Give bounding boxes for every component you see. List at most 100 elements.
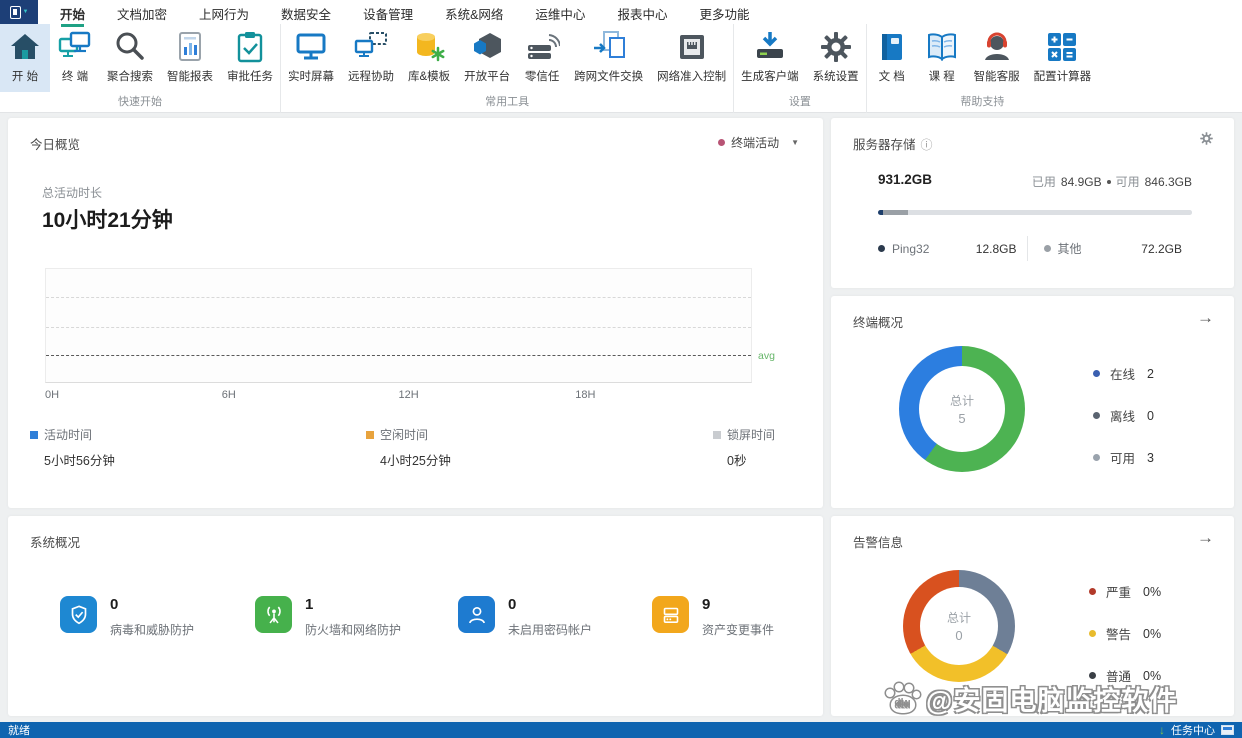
open-book-icon	[924, 29, 960, 65]
ribbon-group-label: 常用工具	[281, 92, 733, 113]
ribbon-open-platform-button[interactable]: 开放平台	[457, 24, 517, 92]
info-icon[interactable]: ⓘ	[921, 136, 933, 153]
ribbon-library-template-button[interactable]: 库&模板	[401, 24, 457, 92]
legend-label: 其他	[1058, 240, 1082, 257]
system-item-firewall[interactable]: 1 防火墙和网络防护	[255, 596, 401, 638]
ribbon-group-label: 设置	[734, 92, 866, 113]
menu-tab-web-behavior[interactable]: 上网行为	[197, 0, 251, 25]
task-center-label: 任务中心	[1171, 722, 1215, 738]
ribbon-label: 文 档	[879, 68, 905, 84]
ribbon-live-screen-button[interactable]: 实时屏幕	[281, 24, 341, 92]
ribbon-group-label: 帮助支持	[867, 92, 1099, 113]
ribbon-net-access-button[interactable]: 网络准入控制	[650, 24, 733, 92]
panel-title: 终端概况	[853, 312, 903, 331]
watermark: du @安固电脑监控软件	[886, 679, 1177, 718]
legend-active-time: 活动时间 5小时56分钟	[30, 426, 115, 469]
watermark-text: @安固电脑监控软件	[926, 679, 1177, 718]
menu-tab-data-security[interactable]: 数据安全	[279, 0, 333, 25]
ribbon-smart-report-button[interactable]: 智能报表	[160, 24, 220, 92]
legend-label: 活动时间	[44, 426, 92, 443]
ribbon-label: 生成客户端	[741, 68, 799, 84]
ribbon-label: 库&模板	[408, 68, 450, 84]
donut-center-label: 总计	[947, 609, 971, 626]
zero-trust-icon	[524, 29, 560, 65]
panel-title: 服务器存储ⓘ	[853, 134, 933, 153]
library-icon	[411, 29, 447, 65]
system-item-assets[interactable]: 9 资产变更事件	[652, 596, 774, 638]
ribbon-approval-task-button[interactable]: 审批任务	[220, 24, 280, 92]
legend-label: 警告	[1106, 624, 1131, 643]
ribbon-cross-net-file-button[interactable]: 跨网文件交换	[567, 24, 650, 92]
system-item-value: 0	[508, 596, 592, 613]
free-label: 可用	[1116, 173, 1140, 190]
ribbon-label: 智能报表	[167, 68, 213, 84]
system-item-label: 未启用密码帐户	[508, 621, 592, 638]
menu-tab-more[interactable]: 更多功能	[697, 0, 751, 25]
legend-value: 72.2GB	[1141, 242, 1182, 256]
ribbon-aggregate-search-button[interactable]: 聚合搜索	[100, 24, 160, 92]
ribbon-config-calculator-button[interactable]: 配置计算器	[1027, 24, 1099, 92]
ribbon-course-button[interactable]: 课 程	[917, 24, 967, 92]
legend-value: 0%	[1143, 627, 1161, 641]
ribbon-start-button[interactable]: 开 始	[0, 24, 50, 92]
arrow-right-icon[interactable]: →	[1197, 308, 1214, 328]
menu-tab-report-center[interactable]: 报表中心	[615, 0, 669, 25]
ribbon-ai-service-button[interactable]: 智能客服	[967, 24, 1027, 92]
system-item-password[interactable]: 0 未启用密码帐户	[458, 596, 592, 638]
gear-icon	[818, 29, 854, 65]
legend-value: 0	[1147, 409, 1154, 423]
donut-center-value: 5	[958, 411, 965, 426]
book-icon	[874, 29, 910, 65]
ribbon-group-settings: 生成客户端 系统设置 设置	[734, 24, 867, 113]
ribbon-label: 配置计算器	[1034, 68, 1092, 84]
legend-value: 12.8GB	[976, 242, 1017, 256]
menu-tab-system-network[interactable]: 系统&网络	[443, 0, 505, 25]
alert-legend-critical: 严重 0%	[1089, 582, 1161, 601]
menu-tab-ops-center[interactable]: 运维中心	[533, 0, 587, 25]
legend-lock-time: 锁屏时间 0秒	[713, 426, 775, 469]
legend-idle-time: 空闲时间 4小时25分钟	[366, 426, 451, 469]
menu-tab-start[interactable]: 开始	[58, 0, 87, 25]
system-item-virus[interactable]: 0 病毒和威胁防护	[60, 596, 194, 638]
ribbon-label: 课 程	[929, 68, 955, 84]
menu-tab-device-mgmt[interactable]: 设备管理	[361, 0, 415, 25]
file-exchange-icon	[591, 29, 627, 65]
status-bar: 就绪 ↓ 任务中心	[0, 722, 1242, 738]
ribbon-label: 审批任务	[227, 68, 273, 84]
app-logo[interactable]: ▼	[0, 0, 38, 24]
ribbon-terminal-button[interactable]: 终 端	[50, 24, 100, 92]
legend-dot	[1089, 672, 1096, 679]
terminal-legend-offline: 离线 0	[1093, 406, 1154, 425]
ribbon-group-common-tools: 实时屏幕 远程协助 库&模板 开放平台 零信任	[281, 24, 734, 113]
ribbon-remote-assist-button[interactable]: 远程协助	[341, 24, 401, 92]
legend-label: 可用	[1110, 448, 1135, 467]
ribbon-system-settings-button[interactable]: 系统设置	[806, 24, 866, 92]
ribbon-label: 系统设置	[813, 68, 859, 84]
window-icon[interactable]	[1221, 725, 1234, 735]
menu-tab-doc-encrypt[interactable]: 文档加密	[115, 0, 169, 25]
selector-label: 终端活动	[731, 134, 779, 151]
activity-type-dropdown[interactable]: 终端活动 ▼	[718, 134, 799, 151]
paw-logo-icon: du	[886, 683, 920, 715]
ribbon-generate-client-button[interactable]: 生成客户端	[734, 24, 806, 92]
donut-center-value: 0	[955, 628, 962, 643]
arrow-right-icon[interactable]: →	[1197, 528, 1214, 548]
system-overview-panel: 系统概况 0 病毒和威胁防护 1 防火墙和网络防护 0 未启用密码帐户 9 资产…	[8, 516, 823, 716]
server-storage-panel: 服务器存储ⓘ 931.2GB 已用84.9GB 可用846.3GB Ping32…	[831, 118, 1234, 288]
ribbon-toolbar: 开 始 终 端 聚合搜索 智能报表 审批任务	[0, 24, 1242, 113]
ribbon-group-quick-start: 开 始 终 端 聚合搜索 智能报表 审批任务	[0, 24, 281, 113]
net-access-icon	[674, 29, 710, 65]
activity-chart	[45, 268, 752, 383]
ribbon-docs-button[interactable]: 文 档	[867, 24, 917, 92]
chevron-down-icon: ▼	[23, 9, 29, 15]
storage-total: 931.2GB	[878, 172, 932, 187]
monitor-icon	[293, 29, 329, 65]
avg-label: avg	[758, 350, 775, 362]
ribbon-zero-trust-button[interactable]: 零信任	[517, 24, 567, 92]
gear-icon[interactable]	[1199, 131, 1214, 146]
legend-label: 在线	[1110, 364, 1135, 383]
legend-label: 离线	[1110, 406, 1135, 425]
home-icon	[7, 29, 43, 65]
task-center-button[interactable]: ↓ 任务中心	[1159, 722, 1234, 738]
open-platform-icon	[469, 29, 505, 65]
